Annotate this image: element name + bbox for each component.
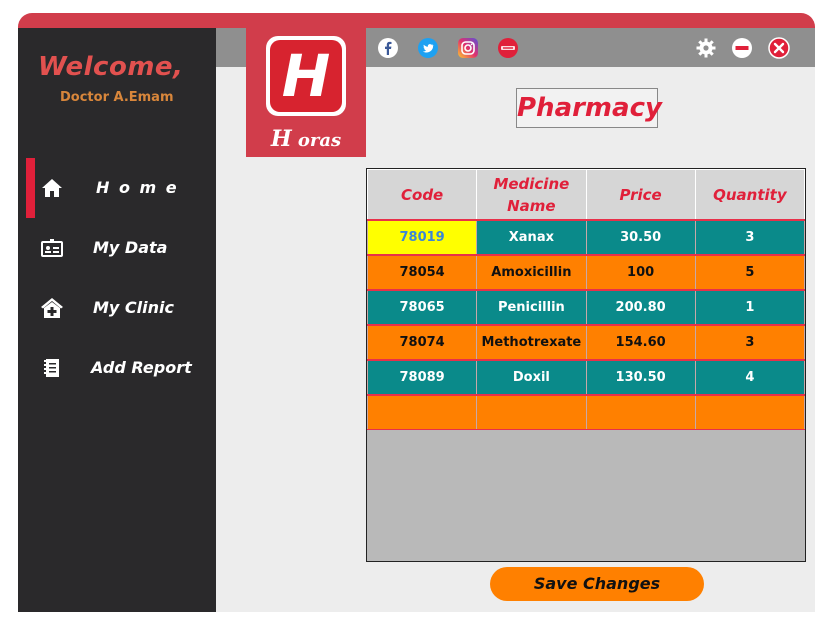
sidebar-item-my-data[interactable]: My Data — [18, 218, 216, 278]
table-cell[interactable]: 78054 — [366, 254, 478, 291]
column-header-price[interactable]: Price — [585, 169, 696, 221]
table-cell[interactable]: 5 — [694, 254, 806, 291]
sidebar-item-label: My Data — [93, 238, 168, 257]
doctor-name: Doctor A.Emam — [60, 90, 174, 105]
facebook-icon[interactable] — [377, 37, 399, 59]
table-row[interactable]: 78065 Penicillin 200.80 1 — [366, 289, 806, 326]
table-header-row: Code Medicine Name Price Quantity — [366, 169, 806, 221]
report-icon — [44, 359, 59, 377]
settings-icon[interactable] — [695, 37, 717, 59]
table-cell[interactable]: 3 — [694, 219, 806, 256]
table-cell[interactable] — [694, 394, 806, 430]
logo: H H oras — [246, 28, 366, 157]
askfm-icon[interactable] — [497, 37, 519, 59]
instagram-icon[interactable] — [457, 37, 479, 59]
table-row[interactable]: 78074 Methotrexate 154.60 3 — [366, 324, 806, 361]
sidebar-item-add-report[interactable]: Add Report — [18, 338, 216, 398]
table-cell[interactable] — [476, 394, 587, 430]
page-title: Pharmacy — [516, 88, 662, 128]
table-cell[interactable]: Amoxicillin — [476, 254, 587, 291]
table-cell[interactable]: 3 — [694, 324, 806, 361]
welcome-text: Welcome, — [38, 52, 184, 82]
active-indicator — [26, 158, 35, 218]
logo-tile: H — [266, 36, 346, 116]
table-cell[interactable]: 200.80 — [585, 289, 696, 326]
id-card-icon — [41, 239, 63, 257]
table-cell[interactable]: 130.50 — [585, 359, 696, 396]
table-row[interactable]: 78019 Xanax 30.50 3 — [366, 219, 806, 256]
app-window: Welcome, Doctor A.Emam H o m e My Data M… — [18, 28, 815, 612]
home-icon — [42, 179, 62, 197]
table-cell[interactable]: 78074 — [366, 324, 478, 361]
table-cell[interactable]: 78089 — [366, 359, 478, 396]
table-cell[interactable]: 154.60 — [585, 324, 696, 361]
logo-letter: H — [270, 40, 342, 112]
sidebar-item-label: My Clinic — [93, 298, 174, 317]
table-cell[interactable]: Doxil — [476, 359, 587, 396]
brand-initial: H — [270, 126, 292, 152]
brand-name: H oras — [246, 126, 366, 152]
sidebar-item-my-clinic[interactable]: My Clinic — [18, 278, 216, 338]
table-cell[interactable]: Methotrexate — [476, 324, 587, 361]
table-cell[interactable] — [366, 394, 478, 430]
minimize-icon[interactable] — [731, 37, 753, 59]
sidebar-item-label: H o m e — [96, 178, 179, 197]
column-header-medicine-name[interactable]: Medicine Name — [476, 169, 587, 221]
table-cell[interactable]: Penicillin — [476, 289, 587, 326]
brand-rest: oras — [291, 130, 342, 151]
sidebar-item-home[interactable]: H o m e — [18, 158, 216, 218]
table-cell[interactable]: 30.50 — [585, 219, 696, 256]
table-cell[interactable]: Xanax — [476, 219, 587, 256]
table-cell[interactable]: 1 — [694, 289, 806, 326]
table-cell[interactable] — [585, 394, 696, 430]
table-row[interactable]: 78054 Amoxicillin 100 5 — [366, 254, 806, 291]
column-header-quantity[interactable]: Quantity — [694, 169, 806, 221]
table-cell[interactable]: 100 — [585, 254, 696, 291]
clinic-icon — [41, 298, 63, 318]
twitter-icon[interactable] — [417, 37, 439, 59]
table-row-new[interactable] — [366, 394, 806, 430]
sidebar: Welcome, Doctor A.Emam H o m e My Data M… — [18, 28, 216, 612]
table-cell[interactable]: 78019 — [366, 219, 478, 256]
table-cell[interactable]: 78065 — [366, 289, 478, 326]
medicine-table: Code Medicine Name Price Quantity 78019 … — [366, 168, 806, 562]
column-header-code[interactable]: Code — [366, 169, 478, 221]
table-row[interactable]: 78089 Doxil 130.50 4 — [366, 359, 806, 396]
table-cell[interactable]: 4 — [694, 359, 806, 396]
save-changes-button[interactable]: Save Changes — [490, 567, 704, 601]
close-icon[interactable] — [768, 37, 790, 59]
sidebar-item-label: Add Report — [91, 358, 192, 377]
